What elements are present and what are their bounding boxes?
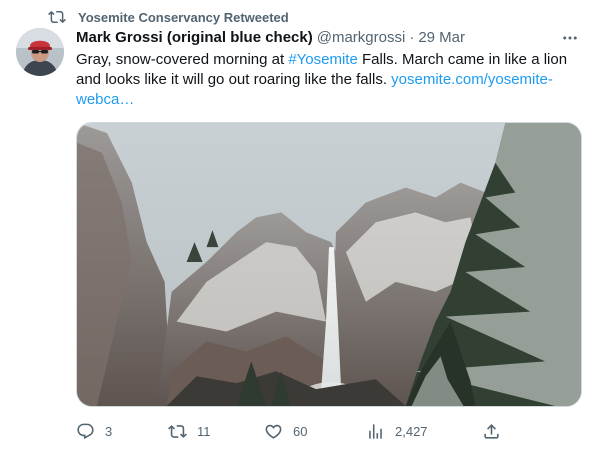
views-button[interactable]: 2,427 [366, 417, 428, 445]
reply-count: 3 [105, 423, 113, 439]
views-count: 2,427 [395, 423, 428, 439]
like-count: 60 [293, 423, 308, 439]
tweet-text-part1: Gray, snow-covered morning at [76, 51, 289, 68]
retweet-icon [168, 424, 187, 438]
views-icon [369, 423, 382, 439]
more-options-button[interactable] [558, 26, 582, 50]
author-handle[interactable]: @markgrossi [317, 28, 406, 48]
tweet-header: Mark Grossi (original blue check) @markg… [76, 28, 582, 48]
like-button[interactable]: 60 [264, 417, 307, 445]
tweet-text: Gray, snow-covered morning at #Yosemite … [76, 50, 582, 110]
tweet-date[interactable]: 29 Mar [418, 28, 465, 48]
retweet-banner[interactable]: Yosemite Conservancy Retweeted [48, 7, 289, 27]
tweet-body[interactable]: Mark Grossi (original blue check) @markg… [76, 28, 582, 110]
yosemite-falls-photo [77, 123, 581, 406]
retweet-icon [48, 8, 66, 26]
reply-button[interactable]: 3 [76, 417, 112, 445]
reply-icon [77, 423, 94, 439]
tweet-media-image[interactable] [76, 122, 582, 407]
avatar[interactable] [16, 28, 64, 76]
share-button[interactable] [482, 417, 511, 445]
tweet-actions: 3 11 60 2,427 [76, 417, 506, 445]
retweet-banner-text: Yosemite Conservancy Retweeted [78, 9, 289, 25]
author-display-name[interactable]: Mark Grossi (original blue check) [76, 28, 313, 48]
share-icon [484, 423, 499, 439]
retweet-button[interactable]: 11 [168, 417, 211, 445]
separator-dot: · [409, 29, 415, 46]
hashtag-link[interactable]: #Yosemite [288, 51, 358, 68]
retweet-count: 11 [197, 423, 211, 439]
heart-icon [265, 424, 282, 439]
more-icon [563, 36, 577, 40]
